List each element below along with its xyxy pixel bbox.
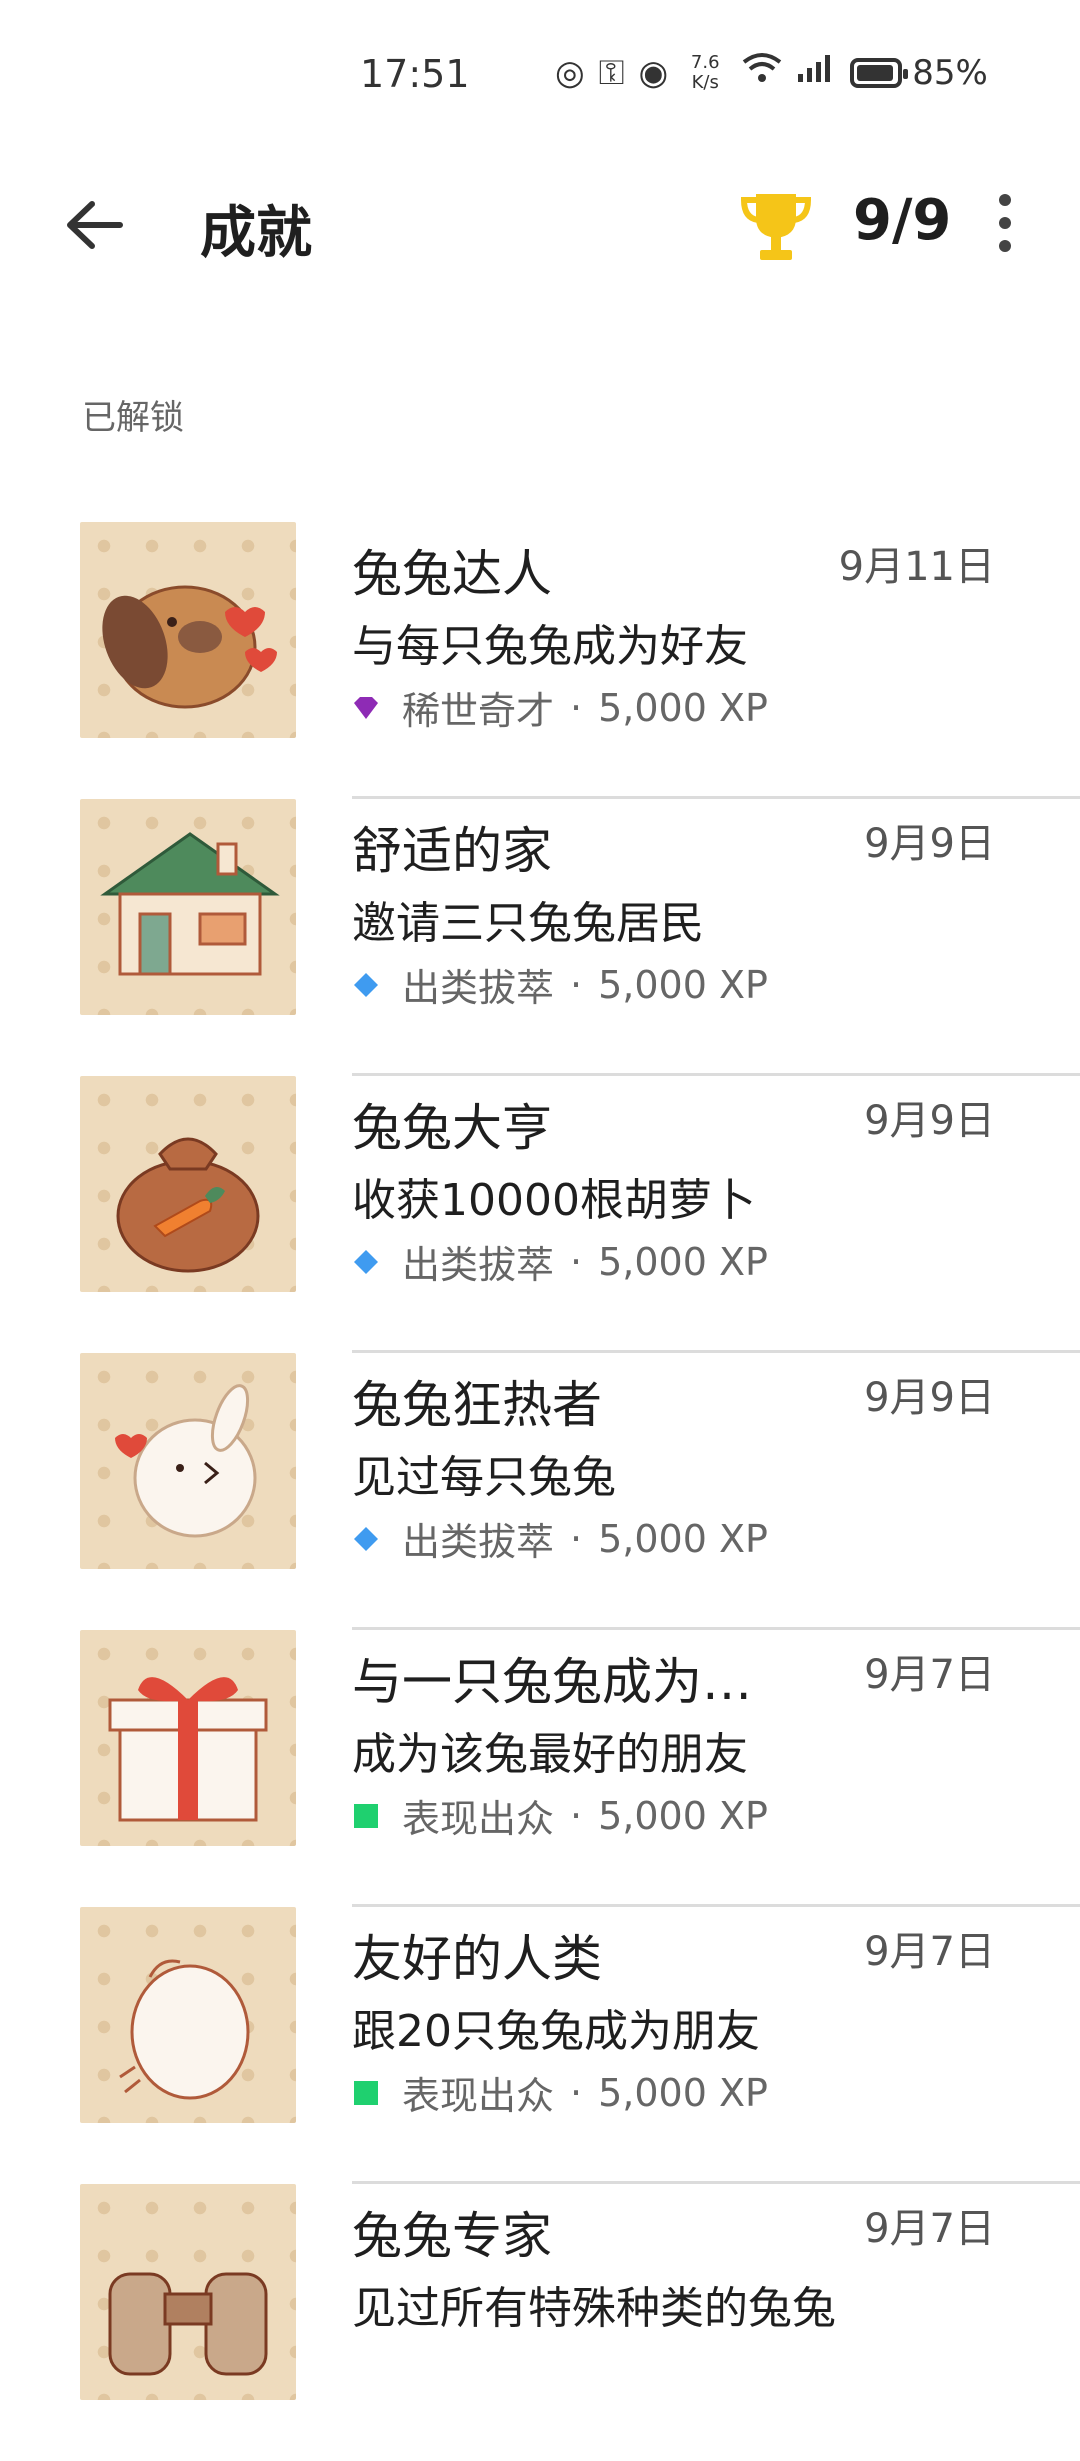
arrow-left-icon bbox=[67, 201, 123, 249]
achievement-rarity: 出类拔萃 bbox=[402, 966, 555, 1010]
achievement-image-binoculars bbox=[80, 2184, 296, 2400]
status-time: 17:51 bbox=[360, 52, 470, 96]
achievement-image-white-bunny bbox=[80, 1353, 296, 1569]
achievement-item[interactable]: 与一只兔兔成为… 9月7日 成为该兔最好的朋友 表现出众 · 5,000 XP bbox=[0, 1630, 1080, 1907]
achievement-date: 9月7日 bbox=[864, 1929, 995, 1975]
status-bar: 17:51 ◎ ⚿ ◉ 7.6 K/s 85% bbox=[0, 0, 1080, 150]
app-bar: 成就 9/9 bbox=[0, 160, 1080, 280]
achievement-desc: 成为该兔最好的朋友 bbox=[352, 1729, 748, 1780]
achievement-date: 9月7日 bbox=[864, 2206, 995, 2252]
achievement-desc: 与每只兔兔成为好友 bbox=[352, 621, 748, 672]
achievement-image-bunny-expert bbox=[80, 522, 296, 738]
achievement-item[interactable]: 兔兔达人 9月11日 与每只兔兔成为好友 稀世奇才 · 5,000 XP bbox=[0, 522, 1080, 799]
achievement-date: 9月9日 bbox=[864, 821, 995, 867]
achievement-desc: 收获10000根胡萝卜 bbox=[352, 1175, 756, 1226]
achievement-xp: 5,000 XP bbox=[598, 1239, 768, 1284]
square-green-icon bbox=[354, 1803, 378, 1828]
achievement-image-cozy-home bbox=[80, 799, 296, 1015]
achievement-date: 9月9日 bbox=[864, 1098, 995, 1144]
achievement-meta: 出类拔萃 · 5,000 XP bbox=[352, 957, 768, 1012]
achievement-meta: 表现出众 · 5,000 XP bbox=[352, 1788, 768, 1843]
battery-level: 85% bbox=[912, 52, 988, 93]
achievement-date: 9月9日 bbox=[864, 1375, 995, 1421]
battery-icon bbox=[850, 57, 909, 88]
key-icon: ⚿ bbox=[598, 52, 625, 93]
achievement-desc: 见过每只兔兔 bbox=[352, 1452, 616, 1503]
achievement-image-waving-paw bbox=[80, 1907, 296, 2123]
achievement-desc: 跟20只兔兔成为朋友 bbox=[352, 2006, 760, 2057]
achievement-meta: 出类拔萃 · 5,000 XP bbox=[352, 1511, 768, 1566]
achievement-item[interactable]: 舒适的家 9月9日 邀请三只兔兔居民 出类拔萃 · 5,000 XP bbox=[0, 799, 1080, 1076]
achievement-name: 兔兔达人 bbox=[352, 545, 552, 603]
achievement-date: 9月7日 bbox=[864, 1652, 995, 1698]
achievement-desc: 见过所有特殊种类的兔兔 bbox=[352, 2283, 836, 2334]
achievement-xp: 5,000 XP bbox=[598, 1516, 768, 1561]
network-speed: 7.6 K/s bbox=[690, 51, 720, 93]
square-green-icon bbox=[354, 2080, 378, 2105]
signal-icon bbox=[796, 52, 836, 93]
achievement-xp: 5,000 XP bbox=[598, 1793, 768, 1838]
hd-icon: ◎ bbox=[555, 52, 585, 93]
achievement-item[interactable]: 友好的人类 9月7日 跟20只兔兔成为朋友 表现出众 · 5,000 XP bbox=[0, 1907, 1080, 2184]
back-button[interactable] bbox=[60, 190, 130, 260]
achievement-desc: 邀请三只兔兔居民 bbox=[352, 898, 704, 949]
diamond-blue-icon bbox=[354, 972, 378, 997]
achievement-meta: 稀世奇才 · 5,000 XP bbox=[352, 680, 768, 735]
diamond-blue-icon bbox=[354, 1526, 378, 1551]
achievement-rarity: 稀世奇才 bbox=[402, 689, 555, 733]
achievement-date: 9月11日 bbox=[838, 544, 995, 590]
diamond-blue-icon bbox=[354, 1249, 378, 1274]
achievement-name: 兔兔狂热者 bbox=[352, 1376, 602, 1434]
achievement-xp: 5,000 XP bbox=[598, 685, 768, 730]
more-options-button[interactable] bbox=[990, 188, 1020, 258]
achievement-name: 兔兔大亨 bbox=[352, 1099, 552, 1157]
achievement-name: 舒适的家 bbox=[352, 822, 552, 880]
achievement-image-gift-box bbox=[80, 1630, 296, 1846]
achievement-count: 9/9 bbox=[853, 188, 952, 253]
achievement-image-carrot-sack bbox=[80, 1076, 296, 1292]
achievement-list: 兔兔达人 9月11日 与每只兔兔成为好友 稀世奇才 · 5,000 XP 舒适的… bbox=[0, 522, 1080, 2461]
more-vertical-icon bbox=[999, 194, 1011, 252]
achievement-rarity: 表现出众 bbox=[402, 1797, 555, 1841]
section-label-unlocked: 已解锁 bbox=[82, 398, 184, 438]
achievement-meta: 出类拔萃 · 5,000 XP bbox=[352, 1234, 768, 1289]
achievement-rarity: 出类拔萃 bbox=[402, 1243, 555, 1287]
achievement-name: 兔兔专家 bbox=[352, 2207, 552, 2265]
achievement-name: 与一只兔兔成为… bbox=[352, 1653, 752, 1711]
status-icons: ◎ ⚿ ◉ 7.6 K/s 85% bbox=[555, 52, 988, 93]
achievement-item[interactable]: 兔兔大亨 9月9日 收获10000根胡萝卜 出类拔萃 · 5,000 XP bbox=[0, 1076, 1080, 1353]
achievement-name: 友好的人类 bbox=[352, 1930, 602, 1988]
eye-icon: ◉ bbox=[638, 52, 669, 93]
achievement-xp: 5,000 XP bbox=[598, 2070, 768, 2115]
achievement-xp: 5,000 XP bbox=[598, 962, 768, 1007]
achievement-rarity: 表现出众 bbox=[402, 2074, 555, 2118]
diamond-purple-icon bbox=[354, 696, 378, 719]
achievement-rarity: 出类拔萃 bbox=[402, 1520, 555, 1564]
page-title: 成就 bbox=[200, 201, 312, 266]
achievement-meta: 表现出众 · 5,000 XP bbox=[352, 2065, 768, 2120]
wifi-icon bbox=[742, 52, 782, 93]
achievement-item[interactable]: 兔兔专家 9月7日 见过所有特殊种类的兔兔 bbox=[0, 2184, 1080, 2461]
trophy-icon bbox=[738, 188, 814, 264]
achievement-item[interactable]: 兔兔狂热者 9月9日 见过每只兔兔 出类拔萃 · 5,000 XP bbox=[0, 1353, 1080, 1630]
